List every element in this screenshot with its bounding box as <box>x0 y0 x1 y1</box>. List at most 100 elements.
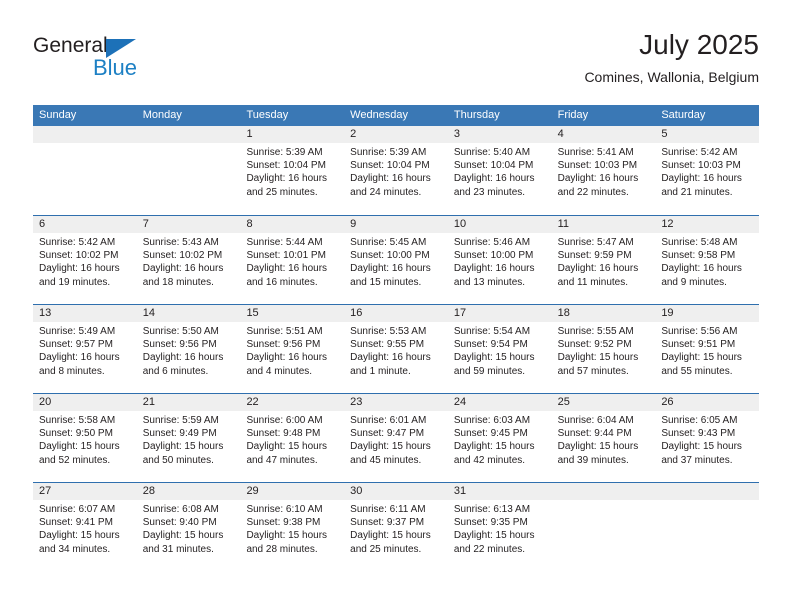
calendar-day-cell[interactable]: 7 Sunrise: 5:43 AM Sunset: 10:02 PM Dayligh… <box>137 216 241 304</box>
daylight-text: Daylight: 16 hours and 13 minutes. <box>453 263 535 288</box>
day-details: Sunrise: 5:49 AM Sunset: 9:57 PM Daylight:… <box>39 325 131 378</box>
calendar-day-cell[interactable]: 16 Sunrise: 5:53 AM Sunset: 9:55 PM Dayligh… <box>344 305 448 393</box>
sunrise-text: Sunrise: 5:50 AM <box>142 326 219 337</box>
day-number: 6 <box>39 218 46 230</box>
calendar-day-cell[interactable]: 14 Sunrise: 5:50 AM Sunset: 9:56 PM Dayligh… <box>137 305 241 393</box>
sunrise-text: Sunrise: 6:01 AM <box>350 415 427 426</box>
sunset-text: Sunset: 9:40 PM <box>142 517 217 529</box>
weekday-header-sunday: Sunday <box>39 109 77 121</box>
daylight-text: Daylight: 16 hours and 16 minutes. <box>246 263 328 288</box>
sunset-text: Sunset: 10:00 PM <box>453 250 534 262</box>
week-cells: 1 Sunrise: 5:39 AM Sunset: 10:04 PM Dayligh… <box>33 126 759 215</box>
sunrise-text: Sunrise: 5:44 AM <box>246 237 323 248</box>
sunset-text: Sunset: 9:58 PM <box>661 250 736 262</box>
day-number: 3 <box>453 128 460 140</box>
day-number: 27 <box>39 485 52 497</box>
daylight-text: Daylight: 15 hours and 39 minutes. <box>557 441 639 466</box>
sunrise-text: Sunrise: 6:10 AM <box>246 504 323 515</box>
sunrise-text: Sunrise: 5:47 AM <box>557 237 634 248</box>
calendar-day-cell[interactable]: 9 Sunrise: 5:45 AM Sunset: 10:00 PM Dayligh… <box>344 216 448 304</box>
calendar-day-cell[interactable]: 12 Sunrise: 5:48 AM Sunset: 9:58 PM Dayligh… <box>655 216 759 304</box>
calendar-page: General Blue July 2025 Comines, Wallonia… <box>0 0 792 612</box>
day-details: Sunrise: 6:00 AM Sunset: 9:48 PM Daylight:… <box>246 414 338 467</box>
calendar-day-cell[interactable]: 11 Sunrise: 5:47 AM Sunset: 9:59 PM Dayligh… <box>552 216 656 304</box>
calendar-day-cell[interactable]: 6 Sunrise: 5:42 AM Sunset: 10:02 PM Dayligh… <box>33 216 137 304</box>
calendar-day-cell[interactable]: 23 Sunrise: 6:01 AM Sunset: 9:47 PM Dayligh… <box>344 394 448 482</box>
calendar-day-cell[interactable]: 24 Sunrise: 6:03 AM Sunset: 9:45 PM Dayligh… <box>448 394 552 482</box>
calendar-day-cell[interactable]: 25 Sunrise: 6:04 AM Sunset: 9:44 PM Dayligh… <box>552 394 656 482</box>
day-details: Sunrise: 5:39 AM Sunset: 10:04 PM Daylight… <box>350 146 442 199</box>
calendar-day-cell[interactable]: 21 Sunrise: 5:59 AM Sunset: 9:49 PM Dayligh… <box>137 394 241 482</box>
day-details: Sunrise: 5:50 AM Sunset: 9:56 PM Daylight:… <box>143 325 235 378</box>
daylight-text: Daylight: 15 hours and 47 minutes. <box>246 441 328 466</box>
calendar-day-cell[interactable]: 30 Sunrise: 6:11 AM Sunset: 9:37 PM Dayligh… <box>344 483 448 571</box>
calendar-day-cell[interactable]: 2 Sunrise: 5:39 AM Sunset: 10:04 PM Dayligh… <box>344 126 448 215</box>
sunrise-text: Sunrise: 5:55 AM <box>557 326 634 337</box>
sunset-text: Sunset: 9:45 PM <box>453 428 528 440</box>
day-details: Sunrise: 6:10 AM Sunset: 9:38 PM Daylight:… <box>246 503 338 556</box>
general-blue-logo[interactable]: General Blue <box>33 34 173 90</box>
day-number: 23 <box>350 396 363 408</box>
daylight-text: Daylight: 16 hours and 15 minutes. <box>350 263 431 288</box>
day-number: 26 <box>661 396 674 408</box>
calendar-day-cell[interactable]: 5 Sunrise: 5:42 AM Sunset: 10:03 PM Dayligh… <box>655 126 759 215</box>
calendar-day-cell[interactable]: 29 Sunrise: 6:10 AM Sunset: 9:38 PM Dayligh… <box>240 483 344 571</box>
calendar-week-row: 13 Sunrise: 5:49 AM Sunset: 9:57 PM Dayligh… <box>33 304 759 393</box>
sunrise-text: Sunrise: 5:58 AM <box>39 415 116 426</box>
sunset-text: Sunset: 9:56 PM <box>246 339 321 351</box>
day-number: 14 <box>142 307 155 319</box>
day-details: Sunrise: 5:54 AM Sunset: 9:54 PM Daylight:… <box>454 325 546 378</box>
day-number: 19 <box>661 307 674 319</box>
calendar-day-cell-empty <box>655 483 759 571</box>
calendar-day-cell[interactable]: 8 Sunrise: 5:44 AM Sunset: 10:01 PM Dayligh… <box>240 216 344 304</box>
sunset-text: Sunset: 10:02 PM <box>39 250 119 262</box>
week-cells: 13 Sunrise: 5:49 AM Sunset: 9:57 PM Dayligh… <box>33 305 759 393</box>
calendar-day-cell[interactable]: 22 Sunrise: 6:00 AM Sunset: 9:48 PM Dayligh… <box>240 394 344 482</box>
sunset-text: Sunset: 10:03 PM <box>661 160 741 172</box>
calendar-week-row: 6 Sunrise: 5:42 AM Sunset: 10:02 PM Dayligh… <box>33 215 759 304</box>
week-cells: 20 Sunrise: 5:58 AM Sunset: 9:50 PM Dayligh… <box>33 394 759 482</box>
sunset-text: Sunset: 10:04 PM <box>453 160 534 172</box>
day-number: 4 <box>557 128 564 140</box>
title-block: July 2025 Comines, Wallonia, Belgium <box>584 28 759 86</box>
sunrise-text: Sunrise: 5:39 AM <box>246 147 323 158</box>
calendar-day-cell[interactable]: 26 Sunrise: 6:05 AM Sunset: 9:43 PM Dayligh… <box>655 394 759 482</box>
sunset-text: Sunset: 9:49 PM <box>142 428 217 440</box>
sunrise-text: Sunrise: 6:04 AM <box>557 415 634 426</box>
calendar-day-cell[interactable]: 3 Sunrise: 5:40 AM Sunset: 10:04 PM Dayligh… <box>448 126 552 215</box>
calendar-day-cell[interactable]: 13 Sunrise: 5:49 AM Sunset: 9:57 PM Dayligh… <box>33 305 137 393</box>
calendar-day-cell[interactable]: 10 Sunrise: 5:46 AM Sunset: 10:00 PM Daylig… <box>448 216 552 304</box>
calendar-day-cell[interactable]: 27 Sunrise: 6:07 AM Sunset: 9:41 PM Dayligh… <box>33 483 137 571</box>
calendar-day-cell[interactable]: 18 Sunrise: 5:55 AM Sunset: 9:52 PM Dayligh… <box>552 305 656 393</box>
daylight-text: Daylight: 16 hours and 4 minutes. <box>246 352 328 377</box>
day-number: 28 <box>142 485 155 497</box>
daylight-text: Daylight: 15 hours and 31 minutes. <box>142 530 224 555</box>
sunrise-text: Sunrise: 5:45 AM <box>350 237 427 248</box>
calendar-day-cell-empty <box>137 126 241 215</box>
day-number: 31 <box>453 485 467 497</box>
sunset-text: Sunset: 9:47 PM <box>350 428 425 440</box>
daylight-text: Daylight: 15 hours and 59 minutes. <box>453 352 535 377</box>
calendar-day-cell[interactable]: 20 Sunrise: 5:58 AM Sunset: 9:50 PM Dayligh… <box>33 394 137 482</box>
daylight-text: Daylight: 15 hours and 50 minutes. <box>142 441 224 466</box>
sunrise-text: Sunrise: 5:48 AM <box>661 237 738 248</box>
calendar-day-cell[interactable]: 31 Sunrise: 6:13 AM Sunset: 9:35 PM Dayligh… <box>448 483 552 571</box>
day-number: 16 <box>350 307 363 319</box>
daylight-text: Daylight: 16 hours and 23 minutes. <box>453 173 535 198</box>
daylight-text: Daylight: 16 hours and 19 minutes. <box>39 263 120 288</box>
sunset-text: Sunset: 9:35 PM <box>453 517 528 529</box>
calendar-day-cell[interactable]: 19 Sunrise: 5:56 AM Sunset: 9:51 PM Dayligh… <box>655 305 759 393</box>
calendar-day-cell[interactable]: 28 Sunrise: 6:08 AM Sunset: 9:40 PM Dayligh… <box>137 483 241 571</box>
day-number: 30 <box>350 485 363 497</box>
sunrise-text: Sunrise: 5:40 AM <box>453 147 531 158</box>
calendar-day-cell[interactable]: 1 Sunrise: 5:39 AM Sunset: 10:04 PM Dayligh… <box>240 126 344 215</box>
page-header: General Blue July 2025 Comines, Wallonia… <box>33 28 759 98</box>
calendar-day-cell[interactable]: 15 Sunrise: 5:51 AM Sunset: 9:56 PM Dayligh… <box>240 305 344 393</box>
calendar-day-cell[interactable]: 4 Sunrise: 5:41 AM Sunset: 10:03 PM Dayligh… <box>552 126 656 215</box>
calendar-day-cell[interactable]: 17 Sunrise: 5:54 AM Sunset: 9:54 PM Dayligh… <box>448 305 552 393</box>
sunset-text: Sunset: 9:55 PM <box>350 339 425 351</box>
daylight-text: Daylight: 15 hours and 45 minutes. <box>350 441 431 466</box>
day-number: 9 <box>350 218 357 230</box>
daylight-text: Daylight: 15 hours and 57 minutes. <box>557 352 639 377</box>
calendar-day-cell-empty <box>552 483 656 571</box>
